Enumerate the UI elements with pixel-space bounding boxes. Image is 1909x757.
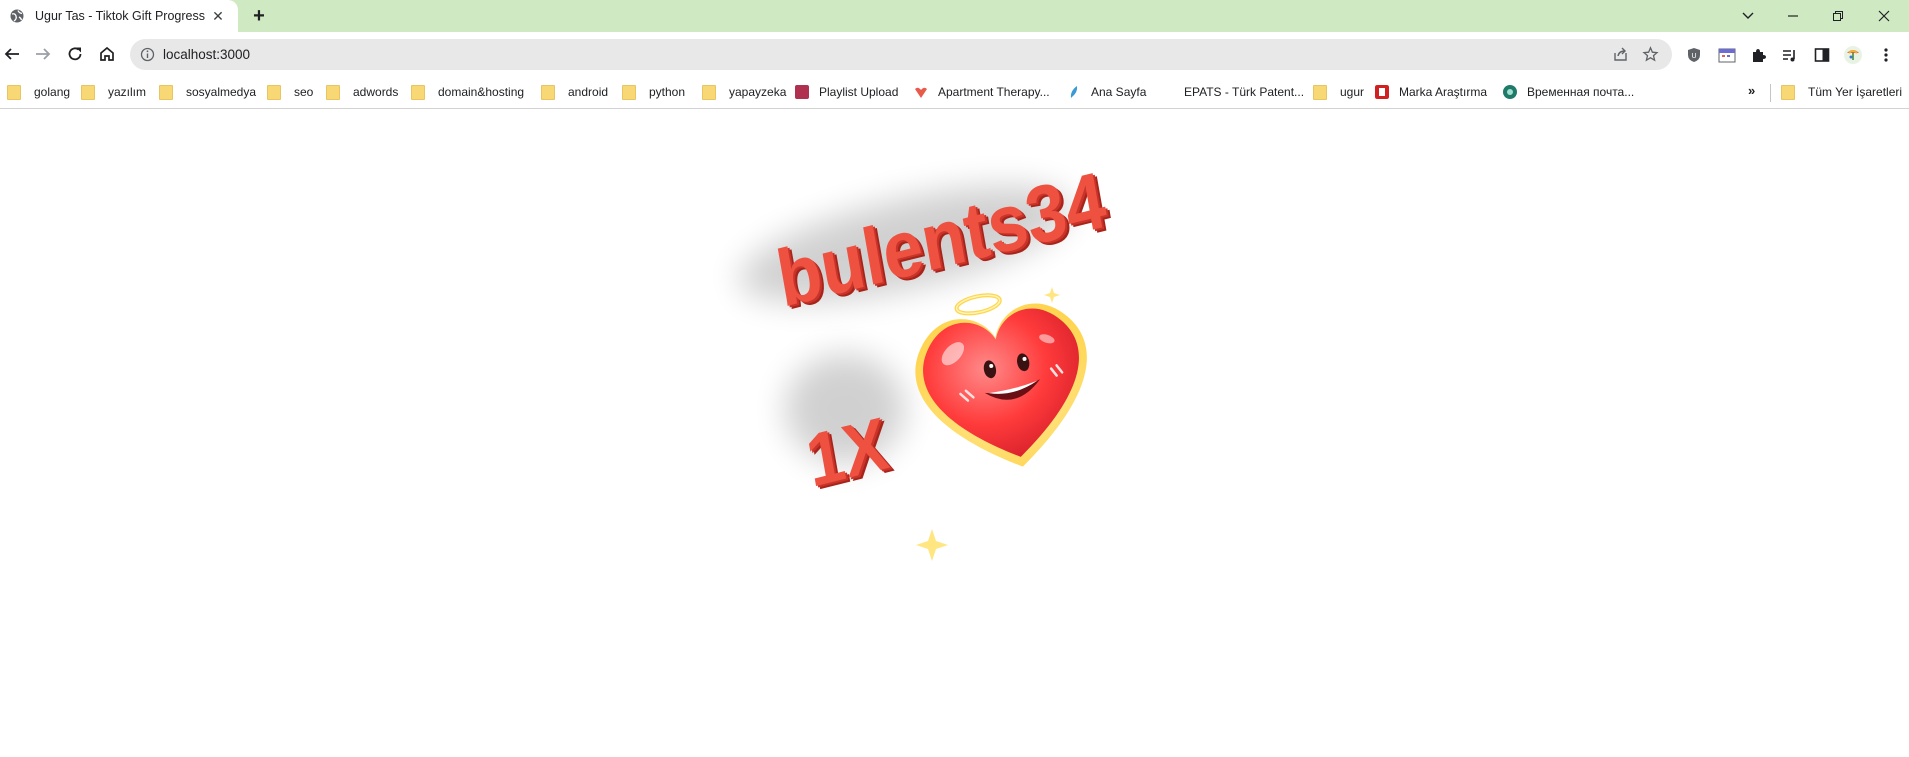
gift-overlay: bulents34 bulents34 bulents34 1X 1X 1X <box>739 155 1117 561</box>
reload-button[interactable] <box>63 42 87 66</box>
bookmark-ana-sayfa[interactable]: Ana Sayfa <box>1067 84 1146 100</box>
bookmark-label: golang <box>34 85 71 99</box>
bookmark-label: yazılım <box>108 85 147 99</box>
restore-icon <box>1833 11 1843 21</box>
folder-icon <box>267 84 281 100</box>
side-panel-icon[interactable] <box>1812 45 1832 65</box>
media-control-icon[interactable] <box>1779 45 1799 65</box>
playlist-favicon-icon <box>795 85 809 99</box>
reload-icon <box>68 47 82 61</box>
folder-icon <box>81 84 95 100</box>
share-icon[interactable] <box>1612 46 1629 63</box>
bookmark-label: sosyalmedya <box>186 85 257 99</box>
arrow-right-icon <box>36 48 51 60</box>
bookmark-folder-python[interactable]: python <box>622 84 685 100</box>
restore-button[interactable] <box>1816 0 1860 32</box>
calendar-extension-icon[interactable] <box>1717 45 1737 65</box>
tab-title: Ugur Tas - Tiktok Gift Progress <box>35 9 205 23</box>
bookmark-label: android <box>568 85 609 99</box>
star-icon[interactable] <box>1642 46 1659 63</box>
close-window-button[interactable] <box>1862 0 1906 32</box>
bookmark-label: ugur <box>1340 85 1365 99</box>
bookmark-label: Apartment Therapy... <box>938 85 1050 99</box>
bookmark-label: Playlist Upload <box>819 85 899 99</box>
folder-icon <box>702 84 716 100</box>
bookmark-label: yapayzeka <box>729 85 787 99</box>
sparkle-icon <box>1044 287 1060 303</box>
svg-text:U: U <box>1691 52 1696 60</box>
tab-strip: Ugur Tas - Tiktok Gift Progress ✕ + <box>0 0 1909 32</box>
bookmark-label: EPATS - Türk Patent... <box>1184 85 1305 99</box>
info-icon[interactable] <box>140 47 155 62</box>
bookmark-marka-arastirma[interactable]: Marka Araştırma <box>1375 84 1487 100</box>
folder-icon <box>411 84 425 100</box>
bookmark-folder-yapayzeka[interactable]: yapayzeka <box>702 84 786 100</box>
bookmark-label: Временная почта... <box>1527 85 1635 99</box>
bookmark-folder-golang[interactable]: golang <box>7 84 70 100</box>
sparkle-icon <box>916 529 948 561</box>
globe-icon <box>9 8 25 24</box>
username-text-face: bulents34 <box>771 155 1113 324</box>
folder-icon <box>159 84 173 100</box>
bookmark-label: seo <box>294 85 314 99</box>
home-icon <box>100 46 114 61</box>
marka-favicon-icon <box>1375 85 1389 99</box>
chevron-down-icon <box>1742 12 1754 19</box>
tab-search-button[interactable] <box>1726 0 1770 32</box>
folder-icon <box>7 84 21 100</box>
url-text: localhost:3000 <box>163 47 251 62</box>
bookmark-label: domain&hosting <box>438 85 525 99</box>
back-button[interactable] <box>0 42 24 66</box>
page-content: bulents34 bulents34 bulents34 1X 1X 1X <box>0 109 1909 757</box>
minimize-button[interactable] <box>1771 0 1815 32</box>
forward-button[interactable] <box>31 42 55 66</box>
tab-active[interactable]: Ugur Tas - Tiktok Gift Progress ✕ <box>0 0 238 32</box>
bookmark-playlist-upload[interactable]: Playlist Upload <box>795 84 898 100</box>
new-tab-button[interactable]: + <box>250 5 268 27</box>
temp-mail-favicon-icon <box>1503 85 1517 99</box>
folder-icon <box>541 84 555 100</box>
puzzle-icon[interactable] <box>1748 45 1768 65</box>
bookmark-folder-adwords[interactable]: adwords <box>326 84 398 100</box>
folder-icon <box>326 84 340 100</box>
shield-extension-icon[interactable]: U <box>1684 45 1704 65</box>
folder-icon <box>1781 84 1795 100</box>
all-bookmarks-folder[interactable]: Tüm Yer İşaretleri <box>1781 84 1902 100</box>
close-icon <box>1878 10 1890 22</box>
toolbar: localhost:3000 U <box>0 32 1909 77</box>
apartment-therapy-favicon-icon <box>915 87 927 98</box>
username-text: bulents34 bulents34 bulents34 <box>771 155 1117 327</box>
multiplier-text: 1X 1X 1X <box>800 401 898 506</box>
folder-icon <box>622 84 636 100</box>
more-vert-icon[interactable] <box>1876 45 1896 65</box>
home-button[interactable] <box>95 42 119 66</box>
bookmarks-more-button[interactable]: » <box>1748 83 1755 98</box>
bookmark-label: Ana Sayfa <box>1091 85 1147 99</box>
bookmark-label: adwords <box>353 85 399 99</box>
bookmarks-separator <box>1770 84 1771 102</box>
folder-icon <box>1313 84 1327 100</box>
bookmark-folder-ugur[interactable]: ugur <box>1313 84 1364 100</box>
close-icon[interactable]: ✕ <box>210 8 226 24</box>
bookmark-folder-seo[interactable]: seo <box>267 84 313 100</box>
arrow-left-icon <box>4 48 19 60</box>
bookmark-folder-domain-hosting[interactable]: domain&hosting <box>411 84 524 100</box>
bookmarks-bar: golang yazılım sosyalmedya seo adwords d… <box>0 77 1909 109</box>
address-bar[interactable]: localhost:3000 <box>130 39 1672 70</box>
bookmark-apartment-therapy[interactable]: Apartment Therapy... <box>914 84 1050 100</box>
heart-gift-icon <box>915 293 1087 467</box>
bookmark-label: python <box>649 85 686 99</box>
bookmark-folder-yazilim[interactable]: yazılım <box>81 84 146 100</box>
minimize-icon <box>1788 15 1798 17</box>
bookmark-label: Tüm Yer İşaretleri <box>1808 85 1903 99</box>
profile-avatar[interactable] <box>1843 45 1863 65</box>
bookmark-folder-android[interactable]: android <box>541 84 608 100</box>
bookmark-folder-sosyalmedya[interactable]: sosyalmedya <box>159 84 256 100</box>
feather-favicon-icon <box>1070 86 1078 98</box>
bookmark-label: Marka Araştırma <box>1399 85 1488 99</box>
bookmark-temp-mail[interactable]: Временная почта... <box>1503 84 1634 100</box>
bookmark-epats[interactable]: EPATS - Türk Patent... <box>1160 84 1304 100</box>
blank-favicon-icon <box>1160 85 1174 99</box>
